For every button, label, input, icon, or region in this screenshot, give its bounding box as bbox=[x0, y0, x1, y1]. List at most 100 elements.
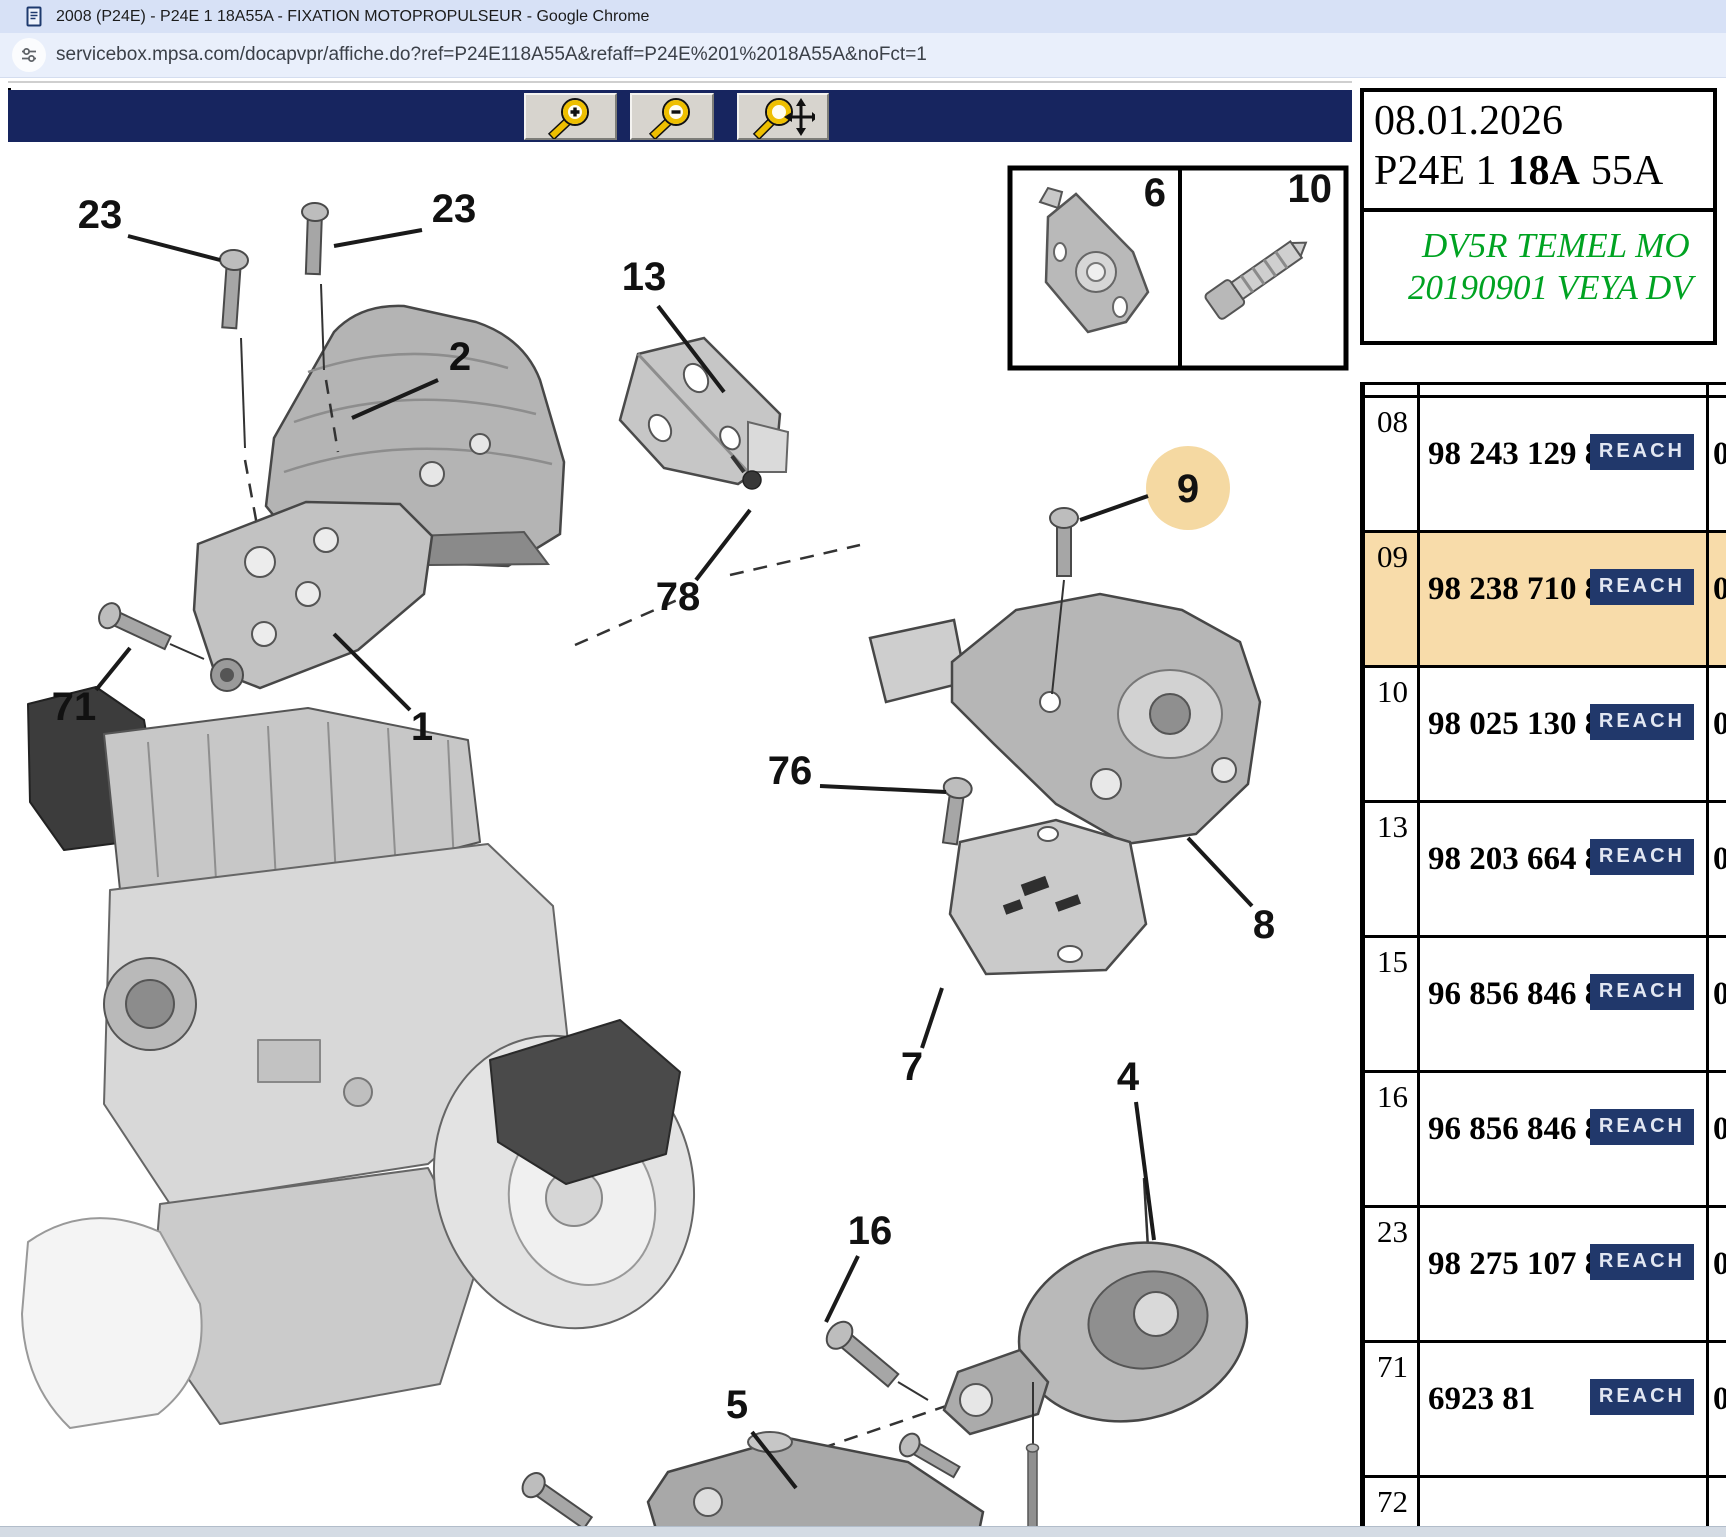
part-callout-76[interactable]: 76 bbox=[768, 749, 813, 793]
bolt-bottom-left[interactable] bbox=[518, 1469, 595, 1534]
row-part-cell: 98 203 664 80REACH bbox=[1420, 803, 1709, 935]
reach-badge[interactable]: REACH bbox=[1590, 974, 1694, 1010]
part-number: 6923 81 bbox=[1428, 1381, 1535, 1418]
part-1-bracket[interactable] bbox=[194, 502, 432, 691]
part-13-plate[interactable] bbox=[620, 338, 788, 484]
leader-line bbox=[696, 510, 750, 580]
leader-line bbox=[1188, 838, 1252, 906]
row-index: 71 bbox=[1365, 1343, 1420, 1475]
row-index: 13 bbox=[1365, 803, 1420, 935]
bolt-16[interactable] bbox=[821, 1317, 902, 1392]
zoom-out-button[interactable] bbox=[630, 93, 714, 140]
part-callout-10[interactable]: 10 bbox=[1288, 167, 1333, 211]
window-title: 2008 (P24E) - P24E 1 18A55A - FIXATION M… bbox=[56, 0, 649, 33]
ref-prefix: P24E 1 bbox=[1374, 148, 1497, 194]
note-line-2: 20190901 VEYA DV bbox=[1408, 268, 1693, 308]
part-callout-8[interactable]: 8 bbox=[1253, 903, 1275, 947]
bolt-23-right[interactable] bbox=[300, 203, 328, 275]
zoom-in-icon bbox=[541, 97, 601, 139]
part-callout-6[interactable]: 6 bbox=[1144, 171, 1166, 215]
zoom-pan-icon bbox=[751, 97, 815, 139]
taskbar-strip bbox=[0, 1526, 1726, 1537]
part-callout-1[interactable]: 1 bbox=[411, 705, 433, 749]
part-7-mount[interactable] bbox=[950, 820, 1146, 974]
reach-badge[interactable]: REACH bbox=[1590, 839, 1694, 875]
row-part-cell: 6923 81 REACH bbox=[1420, 1343, 1709, 1475]
leader-line bbox=[334, 230, 422, 246]
catalog-date: 08.01.2026 bbox=[1374, 96, 1713, 146]
leader-line bbox=[128, 236, 220, 260]
site-settings-icon[interactable] bbox=[12, 38, 46, 72]
document-icon bbox=[26, 6, 42, 32]
part-callout-2[interactable]: 2 bbox=[449, 335, 471, 379]
part-5-bracket[interactable] bbox=[648, 1432, 983, 1536]
part-callout-23[interactable]: 23 bbox=[432, 187, 477, 231]
reach-badge[interactable]: REACH bbox=[1590, 434, 1694, 470]
row-part-cell: 98 275 107 80REACH bbox=[1420, 1208, 1709, 1340]
part-callout-71[interactable]: 71 bbox=[52, 685, 97, 729]
leader-line bbox=[1136, 1102, 1154, 1240]
part-8-bracket[interactable] bbox=[870, 594, 1260, 844]
part-4-torque-rod[interactable] bbox=[944, 1178, 1264, 1536]
table-row-13[interactable]: 1398 203 664 80REACH0 bbox=[1365, 803, 1726, 938]
table-row-10[interactable]: 1098 025 130 80REACH0 bbox=[1365, 668, 1726, 803]
ref-bold: 18A bbox=[1508, 148, 1580, 194]
bolt-71[interactable] bbox=[95, 600, 173, 655]
row-qty: 0 bbox=[1709, 1208, 1726, 1340]
table-row-15[interactable]: 1596 856 846 80REACH0 bbox=[1365, 938, 1726, 1073]
table-row-71[interactable]: 716923 81 REACH 0 bbox=[1365, 1343, 1726, 1478]
row-index: 15 bbox=[1365, 938, 1420, 1070]
row-index: 16 bbox=[1365, 1073, 1420, 1205]
row-part-cell: 96 856 846 80REACH bbox=[1420, 1073, 1709, 1205]
zoom-pan-button[interactable] bbox=[737, 93, 829, 140]
window-titlebar: 2008 (P24E) - P24E 1 18A55A - FIXATION M… bbox=[0, 0, 1726, 33]
bolt-76[interactable] bbox=[936, 776, 973, 845]
bolt-9[interactable] bbox=[1050, 508, 1078, 576]
row-qty: 0 bbox=[1709, 1343, 1726, 1475]
part-callout-23[interactable]: 23 bbox=[78, 193, 123, 237]
leader-line bbox=[922, 988, 942, 1048]
bolt-16-axis bbox=[898, 1382, 928, 1400]
zoom-out-icon bbox=[644, 97, 700, 139]
table-row-08[interactable]: 0898 243 129 80REACH0 bbox=[1365, 398, 1726, 533]
url-bar[interactable]: servicebox.mpsa.com/docapvpr/affiche.do?… bbox=[0, 33, 1726, 78]
note-line-1: DV5R TEMEL MO bbox=[1422, 226, 1690, 266]
zoom-in-button[interactable] bbox=[524, 93, 617, 140]
reach-badge[interactable]: REACH bbox=[1590, 1244, 1694, 1280]
part-callout-16[interactable]: 16 bbox=[848, 1209, 893, 1253]
row-index: 08 bbox=[1365, 398, 1420, 530]
row-part-cell: 98 243 129 80REACH bbox=[1420, 398, 1709, 530]
table-header-row bbox=[1365, 385, 1726, 398]
bolt-71-axis bbox=[170, 644, 204, 659]
reach-badge[interactable]: REACH bbox=[1590, 569, 1694, 605]
part-callout-13[interactable]: 13 bbox=[622, 255, 667, 299]
row-part-cell: 98 238 710 80REACH bbox=[1420, 533, 1709, 665]
bolt-23-left[interactable] bbox=[215, 249, 248, 329]
engine-assembly[interactable] bbox=[22, 687, 731, 1428]
header-cell-part bbox=[1420, 385, 1709, 395]
table-row-09[interactable]: 0998 238 710 80REACH0 bbox=[1365, 533, 1726, 668]
reach-badge[interactable]: REACH bbox=[1590, 704, 1694, 740]
ref-suffix: 55A bbox=[1591, 148, 1663, 194]
parts-panel: 08.01.2026 P24E 118A55A DV5R TEMEL MO 20… bbox=[1360, 88, 1726, 1536]
reach-badge[interactable]: REACH bbox=[1590, 1109, 1694, 1145]
part-callout-5[interactable]: 5 bbox=[726, 1383, 748, 1427]
table-row-23[interactable]: 2398 275 107 80REACH0 bbox=[1365, 1208, 1726, 1343]
figure-reference: P24E 118A55A bbox=[1374, 146, 1713, 196]
part-callout-9[interactable]: 9 bbox=[1177, 467, 1199, 511]
applicability-notes: DV5R TEMEL MO 20190901 VEYA DV bbox=[1364, 212, 1713, 345]
part-callout-7[interactable]: 7 bbox=[901, 1045, 923, 1089]
part-callout-78[interactable]: 78 bbox=[656, 575, 701, 619]
diagram-toolbar bbox=[8, 90, 1352, 142]
row-index: 23 bbox=[1365, 1208, 1420, 1340]
info-box: 08.01.2026 P24E 118A55A DV5R TEMEL MO 20… bbox=[1360, 88, 1717, 345]
row-qty: 0 bbox=[1709, 938, 1726, 1070]
table-body: 0898 243 129 80REACH00998 238 710 80REAC… bbox=[1365, 398, 1726, 1536]
leader-line bbox=[820, 786, 946, 792]
row-qty: 0 bbox=[1709, 668, 1726, 800]
bolt-23-left-axis bbox=[241, 338, 245, 448]
leader-line bbox=[334, 634, 410, 710]
reach-badge[interactable]: REACH bbox=[1590, 1379, 1694, 1415]
part-callout-4[interactable]: 4 bbox=[1117, 1055, 1140, 1099]
table-row-16[interactable]: 1696 856 846 80REACH0 bbox=[1365, 1073, 1726, 1208]
